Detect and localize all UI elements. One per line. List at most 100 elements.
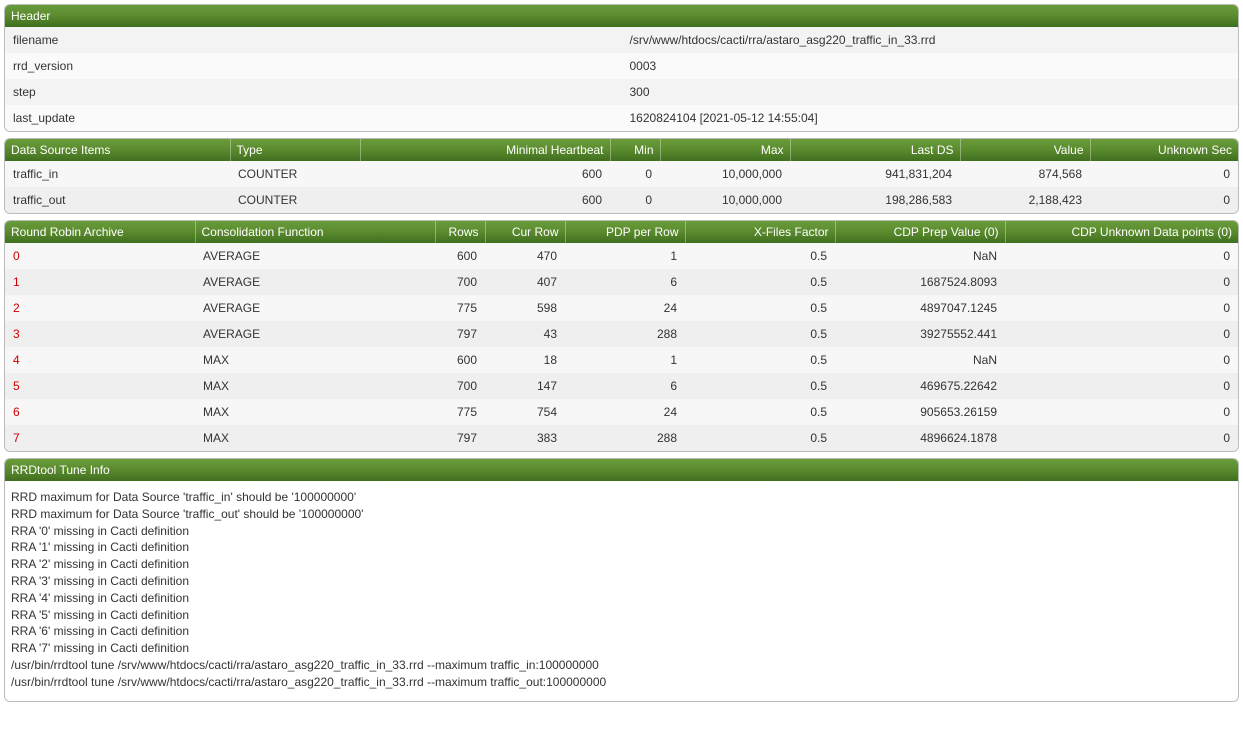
ds-row: traffic_inCOUNTER600010,000,000941,831,2… xyxy=(5,161,1238,187)
rra-cell-pdp: 24 xyxy=(565,399,685,425)
tune-section-title-row: RRDtool Tune Info xyxy=(5,459,1238,481)
rra-cell-currow: 407 xyxy=(485,269,565,295)
rra-cell-cdpval: 4897047.1245 xyxy=(835,295,1005,321)
tune-line: RRA '0' missing in Cacti definition xyxy=(11,523,1232,540)
rra-cell-cdpval: NaN xyxy=(835,347,1005,373)
rra-cell-cf: AVERAGE xyxy=(195,321,435,347)
tune-body: RRD maximum for Data Source 'traffic_in'… xyxy=(5,481,1238,701)
rra-cell-currow: 754 xyxy=(485,399,565,425)
rra-cell-pdp: 24 xyxy=(565,295,685,321)
rra-cell-cf: AVERAGE xyxy=(195,243,435,269)
rra-cell-idx: 6 xyxy=(5,399,195,425)
ds-cell-type: COUNTER xyxy=(230,187,360,213)
tune-line: RRA '1' missing in Cacti definition xyxy=(11,539,1232,556)
rra-cell-pdp: 1 xyxy=(565,347,685,373)
rra-cell-cf: MAX xyxy=(195,347,435,373)
header-value: /srv/www/htdocs/cacti/rra/astaro_asg220_… xyxy=(622,27,1239,53)
ds-col-min: Min xyxy=(610,139,660,161)
rra-cell-cf: AVERAGE xyxy=(195,269,435,295)
ds-cell-min: 0 xyxy=(610,187,660,213)
rra-index-link[interactable]: 5 xyxy=(13,379,20,393)
rra-col-xff: X-Files Factor xyxy=(685,221,835,243)
rra-row: 5MAX70014760.5469675.226420 xyxy=(5,373,1238,399)
rra-index-link[interactable]: 3 xyxy=(13,327,20,341)
rra-cell-idx: 3 xyxy=(5,321,195,347)
rra-cell-xff: 0.5 xyxy=(685,295,835,321)
header-section-title-row: Header xyxy=(5,5,1238,27)
rra-row: 3AVERAGE797432880.539275552.4410 xyxy=(5,321,1238,347)
rra-index-link[interactable]: 4 xyxy=(13,353,20,367)
rra-cell-cf: MAX xyxy=(195,425,435,451)
rra-index-link[interactable]: 2 xyxy=(13,301,20,315)
rra-cell-rows: 700 xyxy=(435,269,485,295)
rra-cell-cdpunk: 0 xyxy=(1005,321,1238,347)
ds-panel: Data Source Items Type Minimal Heartbeat… xyxy=(4,138,1239,214)
ds-cell-name: traffic_out xyxy=(5,187,230,213)
tune-line: RRA '3' missing in Cacti definition xyxy=(11,573,1232,590)
ds-header-row: Data Source Items Type Minimal Heartbeat… xyxy=(5,139,1238,161)
ds-cell-type: COUNTER xyxy=(230,161,360,187)
tune-line: RRD maximum for Data Source 'traffic_out… xyxy=(11,506,1232,523)
rra-cell-pdp: 6 xyxy=(565,373,685,399)
rra-cell-currow: 18 xyxy=(485,347,565,373)
ds-cell-heartbeat: 600 xyxy=(360,187,610,213)
ds-cell-lastds: 198,286,583 xyxy=(790,187,960,213)
rra-row: 4MAX6001810.5NaN0 xyxy=(5,347,1238,373)
rra-cell-cdpunk: 0 xyxy=(1005,347,1238,373)
rra-index-link[interactable]: 1 xyxy=(13,275,20,289)
ds-cell-unknown: 0 xyxy=(1090,161,1238,187)
rra-cell-xff: 0.5 xyxy=(685,269,835,295)
rra-cell-rows: 797 xyxy=(435,321,485,347)
tune-section-title: RRDtool Tune Info xyxy=(5,459,1238,481)
header-row: last_update1620824104 [2021-05-12 14:55:… xyxy=(5,105,1238,131)
rra-col-pdp: PDP per Row xyxy=(565,221,685,243)
tune-line: RRD maximum for Data Source 'traffic_in'… xyxy=(11,489,1232,506)
rra-row: 0AVERAGE60047010.5NaN0 xyxy=(5,243,1238,269)
rra-col-currow: Cur Row xyxy=(485,221,565,243)
header-value: 300 xyxy=(622,79,1239,105)
rra-row: 7MAX7973832880.54896624.18780 xyxy=(5,425,1238,451)
rra-col-idx: Round Robin Archive xyxy=(5,221,195,243)
header-value: 0003 xyxy=(622,53,1239,79)
rra-index-link[interactable]: 6 xyxy=(13,405,20,419)
rra-col-cdpval: CDP Prep Value (0) xyxy=(835,221,1005,243)
header-row: filename/srv/www/htdocs/cacti/rra/astaro… xyxy=(5,27,1238,53)
tune-line: RRA '7' missing in Cacti definition xyxy=(11,640,1232,657)
rra-col-rows: Rows xyxy=(435,221,485,243)
rra-cell-cdpunk: 0 xyxy=(1005,373,1238,399)
header-key: last_update xyxy=(5,105,622,131)
rra-cell-cdpunk: 0 xyxy=(1005,295,1238,321)
ds-col-lastds: Last DS xyxy=(790,139,960,161)
ds-cell-value: 2,188,423 xyxy=(960,187,1090,213)
header-key: step xyxy=(5,79,622,105)
rra-cell-cf: AVERAGE xyxy=(195,295,435,321)
header-key: rrd_version xyxy=(5,53,622,79)
rra-cell-currow: 383 xyxy=(485,425,565,451)
rra-cell-pdp: 1 xyxy=(565,243,685,269)
rra-cell-cdpval: 4896624.1878 xyxy=(835,425,1005,451)
rra-cell-idx: 0 xyxy=(5,243,195,269)
tune-line: RRA '6' missing in Cacti definition xyxy=(11,623,1232,640)
rra-cell-currow: 470 xyxy=(485,243,565,269)
rra-index-link[interactable]: 7 xyxy=(13,431,20,445)
tune-line: /usr/bin/rrdtool tune /srv/www/htdocs/ca… xyxy=(11,674,1232,691)
rra-cell-cdpunk: 0 xyxy=(1005,269,1238,295)
ds-cell-value: 874,568 xyxy=(960,161,1090,187)
rra-cell-xff: 0.5 xyxy=(685,399,835,425)
rra-cell-cdpval: 905653.26159 xyxy=(835,399,1005,425)
rra-cell-xff: 0.5 xyxy=(685,321,835,347)
tune-line: RRA '5' missing in Cacti definition xyxy=(11,607,1232,624)
header-panel: Header filename/srv/www/htdocs/cacti/rra… xyxy=(4,4,1239,132)
rra-cell-currow: 43 xyxy=(485,321,565,347)
ds-cell-heartbeat: 600 xyxy=(360,161,610,187)
rra-cell-rows: 600 xyxy=(435,347,485,373)
rra-cell-idx: 7 xyxy=(5,425,195,451)
rra-cell-idx: 4 xyxy=(5,347,195,373)
ds-col-value: Value xyxy=(960,139,1090,161)
tune-line: /usr/bin/rrdtool tune /srv/www/htdocs/ca… xyxy=(11,657,1232,674)
rra-col-cdpunk: CDP Unknown Data points (0) xyxy=(1005,221,1238,243)
rra-cell-rows: 797 xyxy=(435,425,485,451)
rra-cell-currow: 147 xyxy=(485,373,565,399)
rra-index-link[interactable]: 0 xyxy=(13,249,20,263)
rra-cell-pdp: 288 xyxy=(565,321,685,347)
